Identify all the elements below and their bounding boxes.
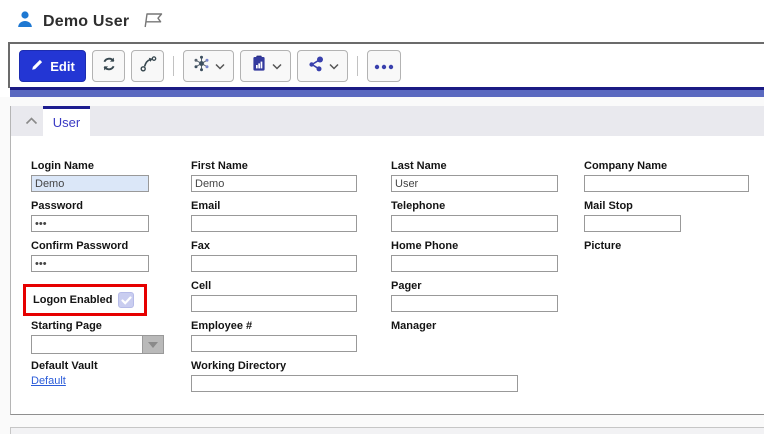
user-properties-window: Demo User Edit (0, 0, 764, 434)
field-starting-page: Starting Page (31, 320, 164, 354)
employee-number-label: Employee # (191, 320, 357, 332)
relationships-hub-icon (192, 54, 211, 78)
edit-button[interactable]: Edit (19, 50, 86, 82)
starting-page-dropdown[interactable] (31, 335, 164, 354)
field-cell: Cell (191, 280, 357, 312)
state-transition-icon (139, 55, 157, 78)
flag-icon[interactable] (142, 11, 164, 34)
logon-enabled-label: Logon Enabled (33, 294, 112, 306)
collapse-section-button[interactable] (23, 114, 39, 128)
fax-label: Fax (191, 240, 357, 252)
confirm-password-input[interactable] (31, 255, 149, 272)
manager-label: Manager (391, 320, 436, 332)
login-name-label: Login Name (31, 160, 149, 172)
field-first-name: First Name (191, 160, 357, 192)
user-panel: User Login Name First Name Last Name Com… (10, 106, 764, 415)
home-phone-label: Home Phone (391, 240, 558, 252)
field-last-name: Last Name (391, 160, 558, 192)
clipboard-chart-icon (250, 54, 268, 78)
tab-bar: User (11, 106, 764, 136)
accent-bar (10, 87, 764, 97)
field-fax: Fax (191, 240, 357, 272)
cell-label: Cell (191, 280, 357, 292)
field-manager: Manager (391, 320, 436, 332)
toolbar-separator (357, 56, 358, 76)
default-vault-link[interactable]: Default (31, 375, 66, 387)
home-phone-input[interactable] (391, 255, 558, 272)
starting-page-label: Starting Page (31, 320, 164, 332)
logon-enabled-checkbox[interactable] (118, 292, 134, 308)
field-employee-number: Employee # (191, 320, 357, 352)
telephone-input[interactable] (391, 215, 558, 232)
user-avatar-icon (16, 10, 34, 34)
field-pager: Pager (391, 280, 558, 312)
chevron-down-icon (215, 57, 225, 75)
picture-label: Picture (584, 240, 621, 252)
chevron-down-icon (329, 57, 339, 75)
dropdown-arrow-icon (148, 342, 158, 348)
logon-enabled-highlight: Logon Enabled (23, 284, 147, 316)
telephone-label: Telephone (391, 200, 558, 212)
last-name-label: Last Name (391, 160, 558, 172)
relationships-menu-button[interactable] (183, 50, 234, 82)
tab-user[interactable]: User (43, 106, 90, 136)
field-default-vault: Default Vault Default (31, 360, 98, 387)
chevron-up-icon (25, 112, 38, 130)
working-directory-input[interactable] (191, 375, 518, 392)
login-name-input[interactable] (31, 175, 149, 192)
company-name-input[interactable] (584, 175, 749, 192)
mail-stop-label: Mail Stop (584, 200, 681, 212)
user-form: Login Name First Name Last Name Company … (11, 136, 764, 414)
cell-input[interactable] (191, 295, 357, 312)
mail-stop-input[interactable] (584, 215, 681, 232)
field-login-name: Login Name (31, 160, 149, 192)
pager-label: Pager (391, 280, 558, 292)
next-section-bar[interactable] (10, 427, 764, 434)
fax-input[interactable] (191, 255, 357, 272)
share-icon (307, 55, 325, 78)
field-picture: Picture (584, 240, 621, 252)
field-telephone: Telephone (391, 200, 558, 232)
email-label: Email (191, 200, 357, 212)
field-email: Email (191, 200, 357, 232)
tab-user-label: User (53, 115, 80, 130)
confirm-password-label: Confirm Password (31, 240, 149, 252)
edit-button-label: Edit (50, 59, 75, 74)
state-transition-button[interactable] (131, 50, 164, 82)
refresh-button[interactable] (92, 50, 125, 82)
ellipsis-icon (374, 57, 394, 75)
page-title: Demo User (43, 13, 129, 31)
starting-page-value[interactable] (32, 336, 142, 353)
share-menu-button[interactable] (297, 50, 348, 82)
password-label: Password (31, 200, 149, 212)
toolbar-separator (173, 56, 174, 76)
employee-number-input[interactable] (191, 335, 357, 352)
field-working-directory: Working Directory (191, 360, 518, 392)
more-button[interactable] (367, 50, 401, 82)
default-vault-label: Default Vault (31, 360, 98, 372)
field-home-phone: Home Phone (391, 240, 558, 272)
field-password: Password (31, 200, 149, 232)
reports-menu-button[interactable] (240, 50, 291, 82)
company-name-label: Company Name (584, 160, 749, 172)
pencil-icon (30, 58, 44, 75)
header: Demo User (0, 0, 764, 42)
field-company-name: Company Name (584, 160, 749, 192)
working-directory-label: Working Directory (191, 360, 518, 372)
email-input[interactable] (191, 215, 357, 232)
toolbar: Edit (8, 42, 764, 88)
last-name-input[interactable] (391, 175, 558, 192)
chevron-down-icon (272, 57, 282, 75)
first-name-input[interactable] (191, 175, 357, 192)
first-name-label: First Name (191, 160, 357, 172)
refresh-icon (100, 55, 118, 78)
password-input[interactable] (31, 215, 149, 232)
pager-input[interactable] (391, 295, 558, 312)
field-confirm-password: Confirm Password (31, 240, 149, 272)
field-mail-stop: Mail Stop (584, 200, 681, 232)
dropdown-arrow-button[interactable] (142, 336, 163, 353)
